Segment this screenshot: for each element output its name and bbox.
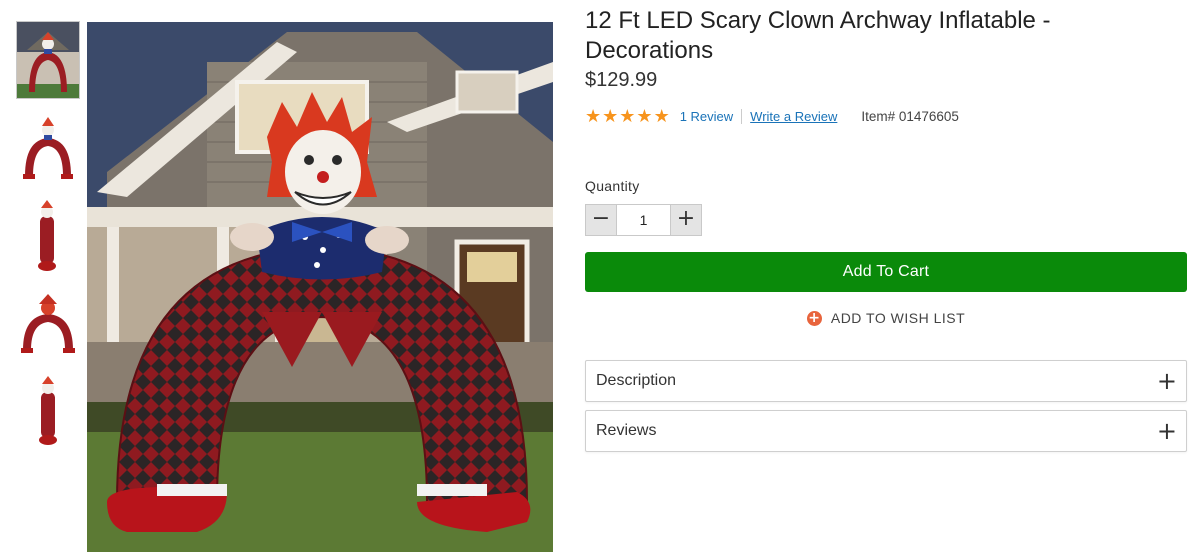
- star-icon: ★: [636, 106, 653, 126]
- star-icon: ★: [619, 106, 636, 126]
- product-price: $129.99: [585, 69, 658, 91]
- quantity-input[interactable]: 1: [617, 204, 670, 236]
- increment-button[interactable]: +: [670, 204, 702, 236]
- item-number: Item# 01476605: [861, 108, 959, 124]
- thumbnail-5[interactable]: [17, 374, 79, 450]
- decrement-button[interactable]: −: [585, 204, 617, 236]
- write-review-link[interactable]: Write a Review: [750, 109, 837, 124]
- description-accordion[interactable]: Description +: [585, 360, 1187, 402]
- review-count-link[interactable]: 1 Review: [680, 109, 733, 124]
- plus-circle-icon: +: [806, 309, 822, 326]
- reviews-accordion[interactable]: Reviews +: [585, 410, 1187, 452]
- quantity-stepper: − 1 +: [585, 204, 702, 236]
- accordion-label: Reviews: [596, 422, 657, 439]
- thumbnail-4[interactable]: [17, 286, 79, 362]
- product-title: 12 Ft LED Scary Clown Archway Inflatable…: [585, 7, 1051, 64]
- plus-icon: +: [1156, 417, 1177, 445]
- star-icon: ★: [602, 106, 619, 126]
- thumbnail-3[interactable]: [17, 198, 79, 274]
- star-icon: ★: [653, 106, 670, 126]
- thumbnail-1[interactable]: [16, 21, 80, 99]
- add-to-cart-button[interactable]: Add To Cart: [585, 252, 1187, 292]
- quantity-label: Quantity: [585, 178, 640, 194]
- plus-icon: +: [1156, 367, 1177, 395]
- thumbnail-2[interactable]: [17, 110, 79, 186]
- divider: [741, 108, 743, 124]
- rating-row: ★ ★ ★ ★ ★ 1 Review Write a Review Item# …: [585, 106, 959, 126]
- star-icon: ★: [585, 106, 602, 126]
- wishlist-label: ADD TO WISH LIST: [830, 310, 966, 326]
- accordion-label: Description: [596, 372, 677, 389]
- main-product-image: [87, 22, 553, 552]
- add-to-wishlist-button[interactable]: + ADD TO WISH LIST: [585, 308, 1187, 328]
- star-rating: ★ ★ ★ ★ ★: [585, 107, 670, 125]
